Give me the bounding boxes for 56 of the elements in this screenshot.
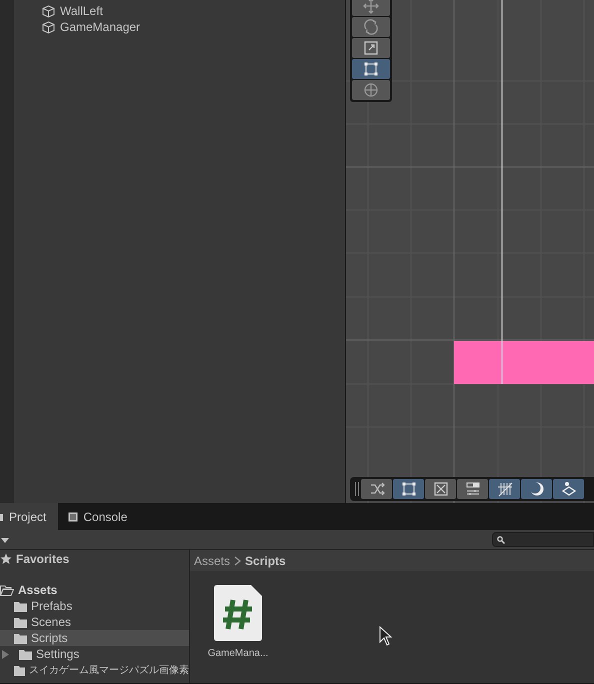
mouse-cursor-icon bbox=[379, 626, 393, 646]
folder-icon bbox=[14, 664, 25, 676]
script-file-icon bbox=[214, 585, 262, 641]
hierarchy-item[interactable]: GameManager bbox=[60, 18, 140, 36]
folder-icon bbox=[19, 648, 32, 660]
folder-icon bbox=[0, 512, 4, 520]
folder-icon bbox=[14, 632, 27, 644]
overlay-button[interactable] bbox=[393, 479, 424, 499]
expand-arrow-icon[interactable] bbox=[2, 650, 10, 658]
folder-item[interactable]: Scenes bbox=[0, 614, 189, 630]
crossed-box-icon bbox=[432, 481, 448, 497]
scale-box-icon bbox=[363, 40, 379, 56]
tool-button[interactable] bbox=[352, 0, 390, 16]
file-name[interactable]: GameMana... bbox=[208, 646, 268, 661]
search-field[interactable] bbox=[492, 532, 594, 547]
scene-view[interactable] bbox=[346, 0, 594, 503]
drag-handle-icon[interactable] bbox=[354, 481, 360, 497]
folder-icon bbox=[14, 600, 27, 612]
folder-icon bbox=[14, 616, 27, 628]
cube-icon bbox=[42, 4, 55, 18]
search-icon bbox=[497, 536, 505, 544]
cube-icon bbox=[42, 20, 55, 34]
dropdown-caret-icon[interactable] bbox=[0, 536, 10, 544]
favorites-item[interactable]: Favorites bbox=[16, 550, 70, 568]
panel-tab[interactable]: Project bbox=[0, 503, 58, 530]
overlay-button[interactable] bbox=[457, 479, 488, 499]
overlay-button[interactable] bbox=[489, 479, 520, 499]
folder-item[interactable]: Assets bbox=[18, 581, 58, 599]
star-icon bbox=[0, 553, 12, 565]
overlay-button[interactable] bbox=[425, 479, 456, 499]
layers-icon bbox=[560, 481, 576, 497]
overlay-button[interactable] bbox=[361, 479, 392, 499]
tool-button[interactable] bbox=[352, 38, 390, 58]
overlay-button[interactable] bbox=[521, 479, 552, 499]
folder-item[interactable]: Scripts bbox=[0, 630, 189, 646]
rect-tool-icon bbox=[363, 61, 379, 77]
tool-button[interactable] bbox=[352, 80, 390, 100]
tool-button[interactable] bbox=[352, 17, 390, 37]
hatch-grid-icon bbox=[496, 481, 512, 497]
move-arrows-icon bbox=[363, 0, 379, 14]
rect-tool-icon bbox=[400, 481, 416, 497]
sliders-icon bbox=[464, 481, 480, 497]
breadcrumb-item[interactable]: Scripts bbox=[245, 552, 286, 570]
hierarchy-item[interactable]: WallLeft bbox=[60, 2, 103, 20]
folder-item[interactable]: Settings bbox=[0, 646, 189, 662]
console-icon bbox=[68, 512, 78, 522]
chevron-icon bbox=[234, 556, 242, 566]
moon-icon bbox=[528, 481, 544, 497]
tool-button[interactable] bbox=[352, 59, 390, 79]
overlay-button[interactable] bbox=[553, 479, 584, 499]
breadcrumb-item[interactable]: Assets bbox=[194, 552, 230, 570]
folder-item[interactable]: スイカゲーム風マージパズル画像素 bbox=[0, 662, 189, 678]
shuffle-icon bbox=[368, 481, 384, 497]
rotate-arrows-icon bbox=[363, 19, 379, 35]
folder-item[interactable]: Prefabs bbox=[0, 598, 189, 614]
transform-gizmo-icon bbox=[363, 82, 379, 98]
